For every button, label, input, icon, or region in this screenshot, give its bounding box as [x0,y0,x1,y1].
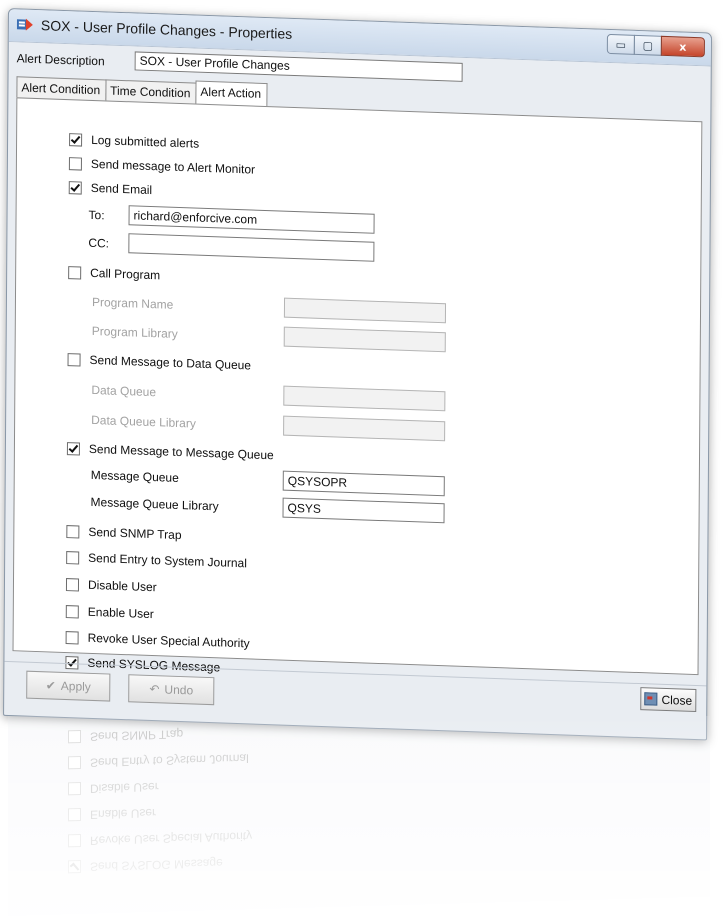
enable-user-checkbox[interactable] [65,604,79,618]
reflection-checkbox [68,730,81,744]
alert-action-panel: Log submitted alerts Send message to Ale… [12,97,703,676]
app-icon [16,18,33,31]
maximize-button[interactable]: ▢ [633,34,662,56]
option-enable-user[interactable]: Enable User [65,604,154,622]
reflection-checkbox [68,860,81,874]
reflection-syslog-label: Send SYSLOG Message [90,856,223,874]
revoke-user-special-authority-label: Revoke User Special Authority [87,630,250,651]
reflection-checkbox [68,834,81,848]
tab-alert-action[interactable]: Alert Action [195,80,268,107]
data-queue-library-input[interactable] [283,415,446,442]
reflection-checkbox [68,782,81,796]
reflection-surface [8,716,710,916]
program-library-input[interactable] [283,326,446,353]
log-submitted-alerts-checkbox[interactable] [69,132,83,147]
program-name-input[interactable] [283,297,447,324]
program-name-label: Program Name [91,294,174,312]
reflection-snmp-label: Send SNMP Trap [90,727,184,744]
apply-button[interactable]: ✔ Apply [26,670,111,702]
window-reflection: Send SYSLOG Message Revoke User Special … [8,716,710,916]
option-send-email[interactable]: Send Email [68,180,153,198]
send-message-message-queue-checkbox[interactable] [66,441,80,456]
option-send-message-data-queue[interactable]: Send Message to Data Queue [67,352,252,373]
maximize-icon: ▢ [642,38,654,53]
email-cc-input[interactable] [128,233,375,262]
reflection-row-journal: Send Entry to System Journal [68,751,249,770]
revoke-user-special-authority-checkbox[interactable] [65,630,79,644]
reflection-row-syslog: Send SYSLOG Message [68,856,223,874]
option-log-submitted-alerts[interactable]: Log submitted alerts [69,132,199,151]
send-entry-system-journal-checkbox[interactable] [66,550,80,564]
disable-user-label: Disable User [87,577,157,595]
reflection-row-disable: Disable User [68,780,159,797]
send-message-alert-monitor-label: Send message to Alert Monitor [90,156,256,177]
send-snmp-trap-checkbox[interactable] [66,524,80,539]
send-entry-system-journal-label: Send Entry to System Journal [88,550,247,571]
option-send-snmp-trap[interactable]: Send SNMP Trap [66,524,182,543]
reflection-row-revoke: Revoke User Special Authority [68,829,252,848]
message-queue-label: Message Queue [90,467,179,485]
reflection-fade [0,716,723,916]
send-snmp-trap-label: Send SNMP Trap [88,524,182,543]
undo-icon: ↶ [149,681,160,697]
apply-button-label: Apply [60,678,91,694]
reflection-row-enable: Enable User [68,806,156,822]
reflection-row-snmp: Send SNMP Trap [68,727,183,744]
option-revoke-user-special-authority[interactable]: Revoke User Special Authority [65,630,250,651]
email-cc-label: CC: [88,235,110,251]
minimize-button[interactable]: ▭ [606,33,635,55]
send-email-checkbox[interactable] [68,180,82,195]
reflection-revoke-label: Revoke User Special Authority [90,829,253,848]
email-to-input[interactable]: richard@enforcive.com [128,205,375,234]
properties-window: SOX - User Profile Changes - Properties … [3,8,712,741]
option-send-message-alert-monitor[interactable]: Send message to Alert Monitor [68,156,256,177]
reflection-enable-label: Enable User [90,805,157,822]
send-email-label: Send Email [90,180,153,198]
undo-button[interactable]: ↶ Undo [128,674,215,706]
title-bar[interactable]: SOX - User Profile Changes - Properties … [8,9,711,67]
data-queue-library-label: Data Queue Library [91,412,196,431]
option-call-program[interactable]: Call Program [68,265,160,282]
reflection-checkbox [68,756,81,770]
reflection-disable-label: Disable User [90,779,159,796]
message-queue-library-label: Message Queue Library [90,494,219,514]
close-icon: x [679,39,687,54]
caption-buttons: ▭ ▢ x [606,33,705,58]
log-submitted-alerts-label: Log submitted alerts [91,132,200,151]
data-queue-label: Data Queue [91,382,157,400]
screen: SOX - User Profile Changes - Properties … [0,0,723,916]
option-send-message-message-queue[interactable]: Send Message to Message Queue [66,441,274,463]
enable-user-label: Enable User [87,604,154,622]
window-title: SOX - User Profile Changes - Properties [40,17,293,42]
checkmark-icon: ✔ [45,678,56,693]
call-program-checkbox[interactable] [68,265,82,280]
reflection-content: Send SYSLOG Message Revoke User Special … [8,716,710,916]
minimize-icon: ▭ [615,37,627,52]
data-queue-input[interactable] [283,385,446,412]
email-to-label: To: [88,207,105,223]
send-message-alert-monitor-checkbox[interactable] [68,156,82,171]
call-program-label: Call Program [90,265,161,283]
program-library-label: Program Library [91,323,178,341]
undo-button-label: Undo [164,682,194,698]
option-send-entry-system-journal[interactable]: Send Entry to System Journal [66,550,247,570]
disable-user-checkbox[interactable] [65,577,80,591]
alert-description-label: Alert Description [16,51,105,69]
option-disable-user[interactable]: Disable User [65,577,157,595]
action-bar: ✔ Apply ↶ Undo [4,660,707,741]
send-message-data-queue-label: Send Message to Data Queue [89,352,252,373]
reflection-journal-label: Send Entry to System Journal [90,751,249,770]
send-message-message-queue-label: Send Message to Message Queue [88,441,274,463]
send-message-data-queue-checkbox[interactable] [67,352,81,367]
message-queue-library-input[interactable]: QSYS [282,497,445,524]
close-window-button[interactable]: x [660,35,705,58]
message-queue-input[interactable]: QSYSOPR [282,470,445,497]
reflection-checkbox [68,808,81,822]
